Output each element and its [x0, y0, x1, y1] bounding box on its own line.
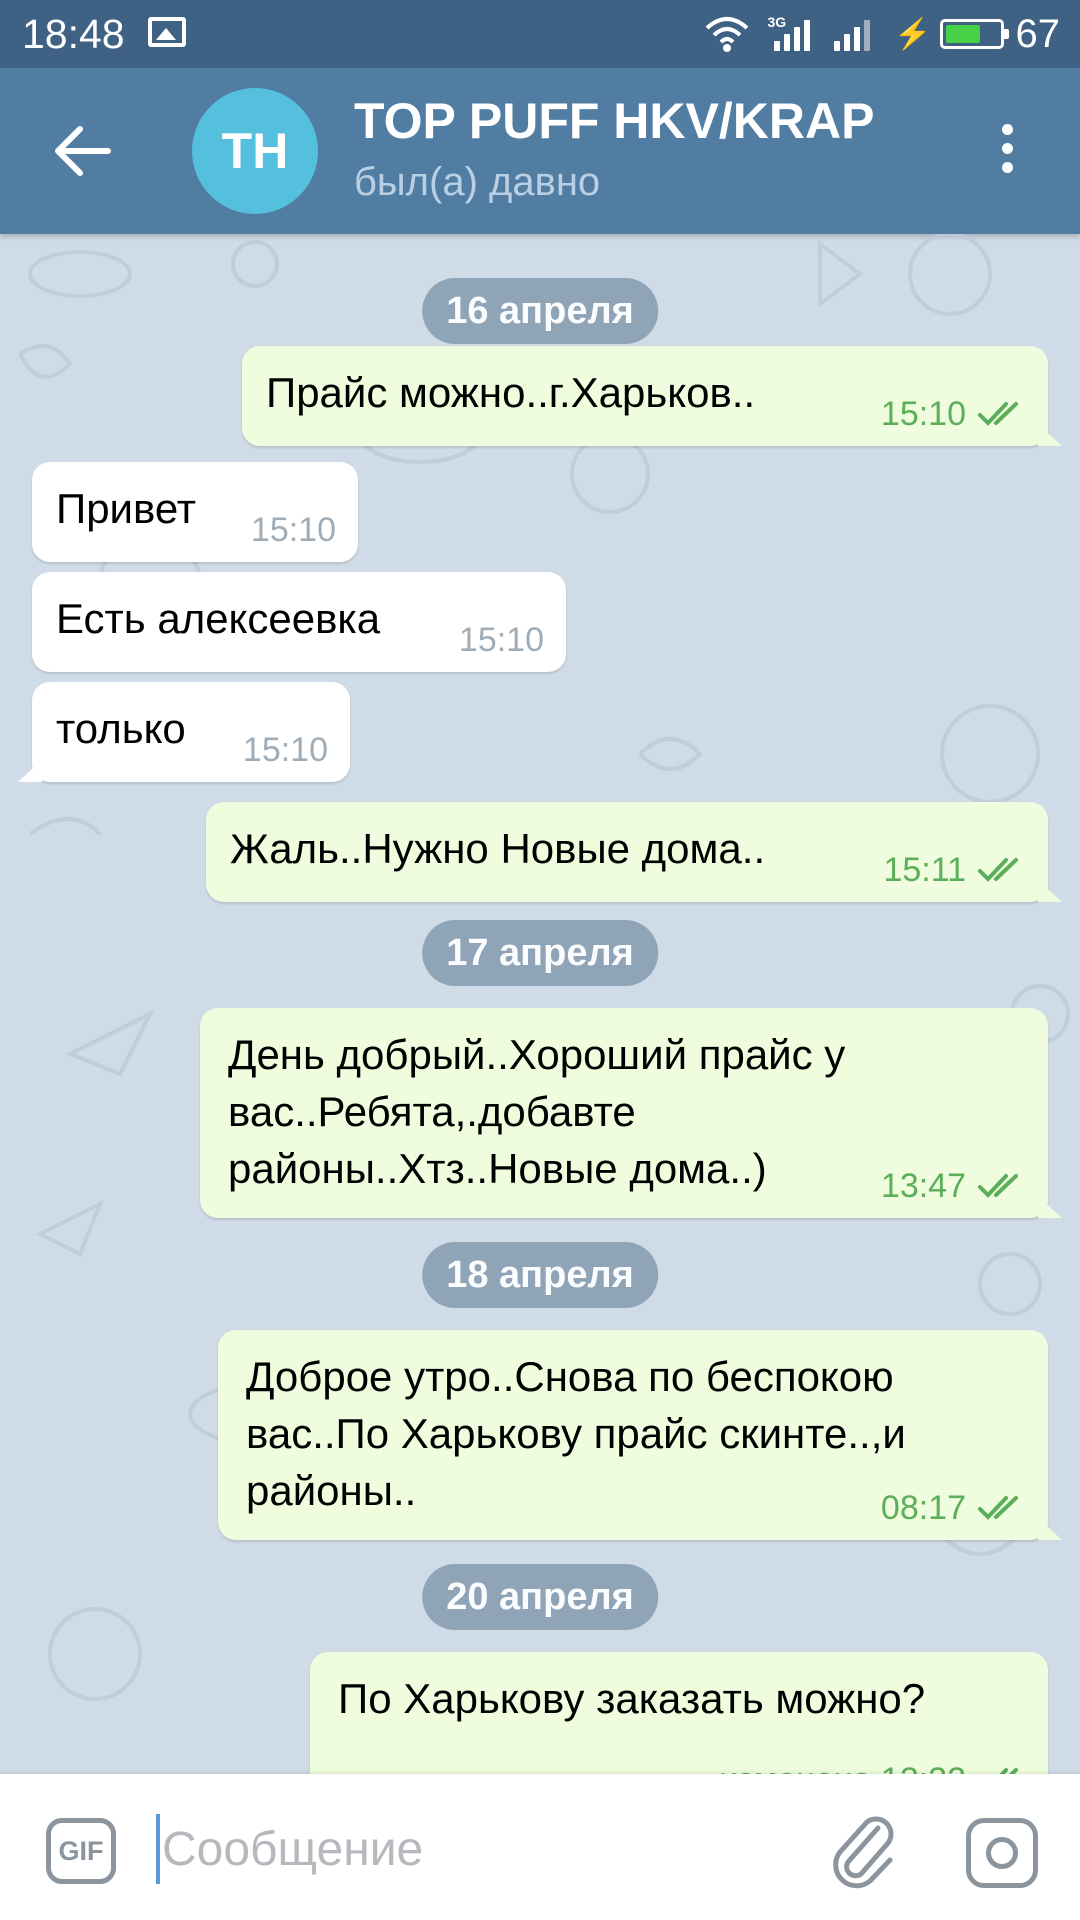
charging-icon: ⚡	[894, 17, 932, 51]
paperclip-icon[interactable]	[826, 1810, 900, 1890]
battery-level: 67	[1015, 11, 1061, 56]
double-check-icon	[978, 402, 1018, 426]
message-composer: GIF	[0, 1774, 1080, 1920]
message-text: День добрый..Хороший прайс у вас..Ребята…	[228, 1031, 846, 1192]
message-bubble-incoming[interactable]: только 15:10	[18, 682, 350, 782]
double-check-icon	[978, 1496, 1018, 1520]
chat-title[interactable]: TOP PUFF HKV/KRAP	[354, 92, 874, 150]
message-bubble-outgoing[interactable]: Доброе утро..Снова по беспокою вас..По Х…	[218, 1330, 1062, 1540]
text-cursor	[156, 1814, 160, 1884]
date-separator: 20 апреля	[422, 1564, 658, 1630]
more-menu-icon[interactable]	[992, 124, 1022, 180]
message-time: 15:10	[242, 731, 328, 769]
message-list[interactable]: 16 апреля Прайс можно..г.Харьков.. 15:10…	[0, 234, 1080, 1774]
message-time: 15:10	[880, 395, 966, 433]
message-bubble-outgoing[interactable]: По Харькову заказать можно? изменено 12:…	[310, 1652, 1048, 1774]
network-type-label: 3G	[767, 14, 787, 30]
date-separator: 16 апреля	[422, 278, 658, 344]
last-seen-status: был(а) давно	[354, 160, 601, 204]
message-bubble-outgoing[interactable]: Прайс можно..г.Харьков.. 15:10	[242, 346, 1062, 446]
message-time: 15:10	[458, 621, 544, 659]
message-time: изменено 12:22	[719, 1760, 966, 1774]
battery-fill	[945, 25, 981, 43]
message-time: 15:11	[883, 851, 966, 889]
message-time: 15:10	[250, 511, 336, 549]
message-time: 08:17	[880, 1489, 966, 1527]
message-meta: 15:10	[881, 394, 1026, 434]
avatar[interactable]: TH	[192, 88, 318, 214]
message-meta: изменено 12:22	[719, 1760, 1026, 1774]
gif-button[interactable]: GIF	[46, 1818, 116, 1884]
date-separator: 17 апреля	[422, 920, 658, 986]
battery-icon	[939, 19, 1009, 49]
signal-icon	[834, 17, 874, 51]
status-time: 18:48	[22, 11, 125, 57]
double-check-icon	[978, 1174, 1018, 1198]
message-text: По Харькову заказать можно?	[338, 1675, 926, 1722]
message-time: 13:47	[880, 1167, 966, 1205]
date-separator: 18 апреля	[422, 1242, 658, 1308]
status-bar: 18:48 3G ⚡ 67	[0, 0, 1080, 68]
double-check-icon	[999, 1768, 1018, 1774]
camera-icon[interactable]	[966, 1818, 1038, 1888]
message-bubble-outgoing[interactable]: День добрый..Хороший прайс у вас..Ребята…	[200, 1008, 1062, 1218]
back-arrow-icon[interactable]	[52, 120, 114, 182]
message-meta: 15:11	[883, 850, 1026, 890]
message-bubble-incoming[interactable]: Привет 15:10	[32, 462, 358, 562]
status-icons: 3G ⚡ 67	[705, 6, 1060, 62]
gallery-icon	[148, 17, 186, 47]
message-meta: 13:47	[881, 1166, 1026, 1206]
message-bubble-incoming[interactable]: Есть алексеевка 15:10	[32, 572, 566, 672]
double-check-icon	[978, 858, 1018, 882]
message-bubble-outgoing[interactable]: Жаль..Нужно Новые дома.. 15:11	[206, 802, 1062, 902]
chat-header: TH TOP PUFF HKV/KRAP был(а) давно	[0, 68, 1080, 234]
message-input[interactable]	[162, 1804, 782, 1894]
wifi-icon	[706, 17, 749, 52]
message-meta: 08:17	[881, 1488, 1026, 1528]
